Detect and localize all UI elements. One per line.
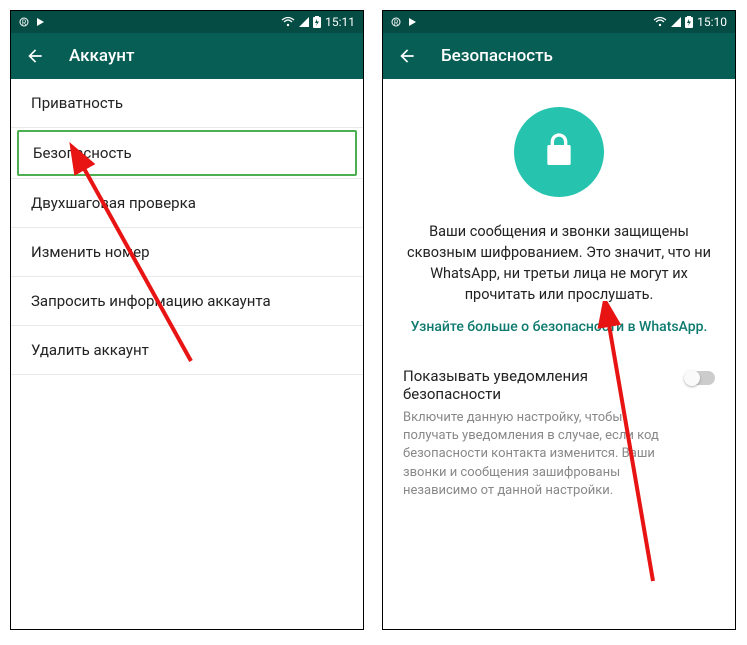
r-icon: R (391, 17, 401, 27)
status-time: 15:10 (697, 15, 727, 29)
svg-text:R: R (22, 19, 27, 27)
list-item-security[interactable]: Безопасность (17, 130, 357, 176)
wifi-icon (653, 17, 667, 27)
status-bar: R 15:10 (383, 11, 735, 33)
learn-more-link[interactable]: Узнайте больше о безопасности в WhatsApp… (403, 319, 715, 335)
list-item-request-info[interactable]: Запросить информацию аккаунта (11, 277, 363, 326)
setting-subtitle: Включите данную настройку, чтобы получат… (403, 409, 673, 500)
setting-title: Показывать уведомления безопасности (403, 367, 673, 403)
security-notifications-setting[interactable]: Показывать уведомления безопасности Вклю… (403, 359, 715, 500)
phone-account: R 15:11 Аккаунт Приватность Безопасност (10, 10, 364, 630)
lock-hero (403, 107, 715, 197)
list-item-two-step[interactable]: Двухшаговая проверка (11, 178, 363, 228)
status-bar: R 15:11 (11, 11, 363, 33)
list-item-privacy[interactable]: Приватность (11, 79, 363, 128)
battery-icon (313, 16, 321, 28)
notifications-toggle[interactable] (685, 371, 715, 385)
back-button[interactable] (397, 46, 417, 66)
signal-icon (299, 17, 309, 27)
wifi-icon (281, 17, 295, 27)
security-content: Ваши сообщения и звонки защищены сквозны… (383, 79, 735, 629)
signal-icon (671, 17, 681, 27)
encryption-description: Ваши сообщения и звонки защищены сквозны… (403, 221, 715, 305)
r-icon: R (19, 17, 29, 27)
back-button[interactable] (25, 46, 45, 66)
svg-text:R: R (394, 19, 399, 27)
play-icon (35, 17, 45, 27)
battery-icon (685, 16, 693, 28)
list-item-change-number[interactable]: Изменить номер (11, 228, 363, 277)
app-bar: Аккаунт (11, 33, 363, 79)
screen-title: Аккаунт (69, 46, 134, 66)
lock-icon (539, 130, 579, 174)
app-bar: Безопасность (383, 33, 735, 79)
lock-circle (514, 107, 604, 197)
phone-security: R 15:10 Безопасность (382, 10, 736, 630)
play-icon (407, 17, 417, 27)
account-list: Приватность Безопасность Двухшаговая про… (11, 79, 363, 629)
list-item-delete-account[interactable]: Удалить аккаунт (11, 326, 363, 375)
screen-title: Безопасность (441, 46, 553, 66)
status-time: 15:11 (325, 15, 355, 29)
